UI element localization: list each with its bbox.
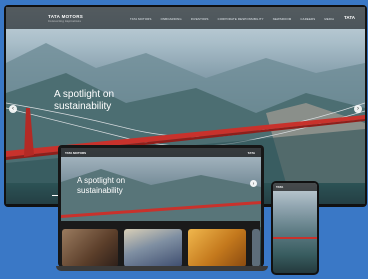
logo-text: TATA MOTORS	[48, 14, 84, 19]
site-header: TATA MOTORS Connecting Aspirations TATA …	[6, 7, 365, 29]
nav-item-corporate-responsibility[interactable]: CORPORATE RESPONSIBILITY	[218, 17, 264, 21]
carousel-next-button[interactable]: ›	[354, 105, 362, 113]
laptop-brand-mark[interactable]: TATA	[248, 151, 255, 155]
laptop: TATA MOTORS TATA A spotlight on sustaina…	[58, 145, 264, 267]
chevron-left-icon: ‹	[12, 106, 14, 112]
laptop-carousel-next-button[interactable]: ›	[250, 180, 257, 187]
hero-title: A spotlight on sustainability	[54, 89, 115, 112]
carousel-prev-button[interactable]: ‹	[9, 105, 17, 113]
nav-item-careers[interactable]: CAREERS	[300, 17, 315, 21]
laptop-hero-title: A spotlight on sustainability	[77, 176, 126, 195]
logo-tagline: Connecting Aspirations	[48, 19, 82, 23]
nav-item-investors[interactable]: INVESTORS	[191, 17, 209, 21]
laptop-site-header: TATA MOTORS TATA	[61, 148, 261, 157]
nav-item-tata-motors[interactable]: TATA MOTORS	[130, 17, 152, 21]
nav-item-newsroom[interactable]: NEWSROOM	[273, 17, 292, 21]
laptop-base	[56, 266, 268, 271]
site-logo[interactable]: TATA MOTORS Connecting Aspirations	[48, 14, 84, 23]
nav-item-onboarding[interactable]: ONBOARDING	[161, 17, 182, 21]
brand-mark[interactable]: TATA	[344, 15, 355, 20]
nav-item-media[interactable]: MEDIA	[324, 17, 334, 21]
main-nav: TATA MOTORS ONBOARDING INVESTORS CORPORA…	[130, 17, 334, 21]
phone-screen: TATA	[273, 183, 317, 273]
story-card-landscape[interactable]	[188, 229, 246, 267]
story-card-driver[interactable]	[62, 229, 118, 267]
story-card-partial[interactable]	[252, 229, 260, 267]
phone: TATA	[271, 181, 319, 275]
story-card-people[interactable]	[124, 229, 182, 267]
phone-site-header: TATA	[273, 183, 317, 191]
chevron-right-icon: ›	[252, 180, 255, 187]
story-cards	[60, 221, 260, 267]
phone-logo[interactable]: TATA	[276, 185, 283, 189]
phone-bridge	[273, 237, 317, 239]
chevron-right-icon: ›	[357, 106, 359, 112]
laptop-logo[interactable]: TATA MOTORS	[65, 151, 86, 155]
